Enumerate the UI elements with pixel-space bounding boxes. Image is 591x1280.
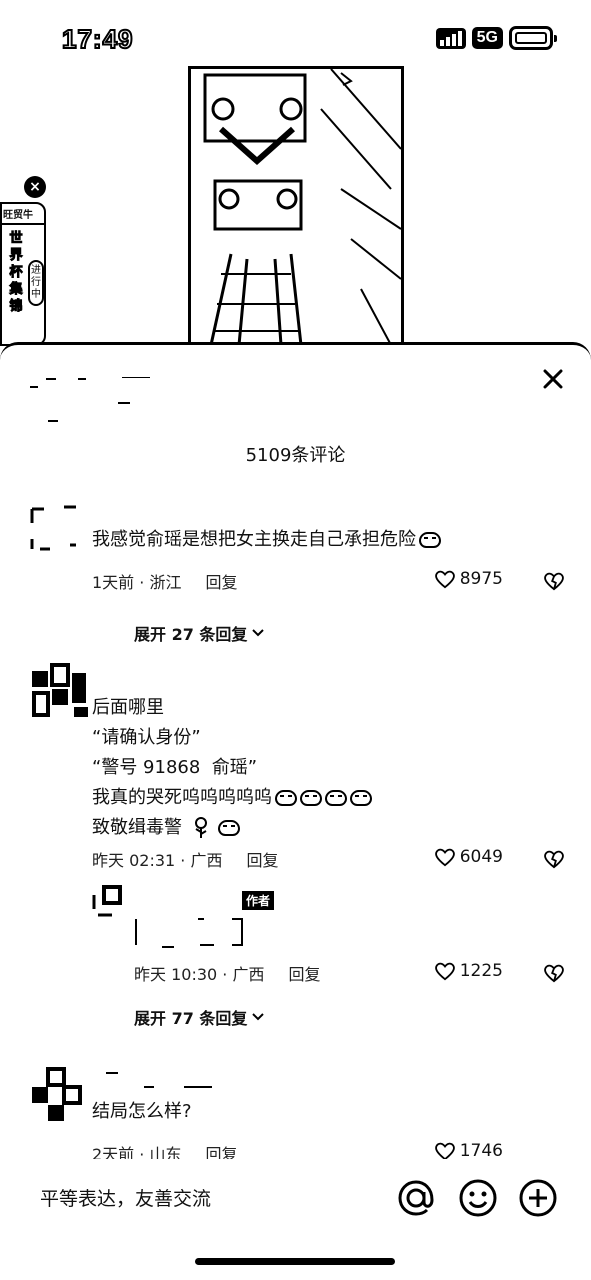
mention-icon[interactable] <box>396 1178 436 1218</box>
chevron-down-icon <box>252 629 265 637</box>
expand-replies-label: 展开 27 条回复 <box>134 625 248 644</box>
reply-button[interactable]: 回复 <box>205 1141 237 1159</box>
comment-line: 结局怎么样? <box>92 1101 192 1122</box>
comment-meta: 1天前 · 浙江 回复 <box>92 569 237 593</box>
blurred-username <box>30 377 150 422</box>
comment-meta: 昨天 02:31 · 广西 回复 <box>92 847 278 871</box>
expand-replies-button[interactable]: 展开 27 条回复 <box>134 621 265 645</box>
close-icon[interactable] <box>541 367 565 391</box>
comment-text: 我感觉俞瑶是想把女主换走自己承担危险 <box>92 525 552 555</box>
blurred-username <box>106 1072 212 1088</box>
heart-icon <box>434 848 455 867</box>
avatar[interactable] <box>30 505 78 553</box>
comment-item: 我感觉俞瑶是想把女主换走自己承担危险 1天前 · 浙江 回复 8975 展开 2… <box>0 501 591 651</box>
reply-avatar[interactable] <box>92 885 126 919</box>
comment-sheet: 5109条评论 我感觉俞瑶是想把女主换走自己承担危险 1天前 · 浙江 回复 8… <box>0 342 591 1280</box>
comment-line-with-emoji: 致敬缉毒警 <box>92 813 552 843</box>
emoji-icon <box>350 790 372 806</box>
emoji-icon <box>300 790 322 806</box>
comment-line-with-emoji: 我真的哭死呜呜呜呜呜 <box>92 783 552 813</box>
reply-item: 作者 昨天 10:30 · 广西 回复 1225 <box>0 885 591 985</box>
comment-text: 结局怎么样? <box>92 1097 552 1127</box>
video-frame-image <box>191 69 401 345</box>
comment-item: 后面哪里 “请确认身份” “警号 91868 俞瑶” 我真的哭死呜呜呜呜呜 致敬… <box>0 663 591 1053</box>
reply-button[interactable]: 回复 <box>205 569 237 593</box>
comment-time-location: 1天前 · 浙江 <box>92 573 182 592</box>
ad-vertical-text: 世界杯集锦 <box>9 231 23 315</box>
reply-button[interactable]: 回复 <box>246 847 278 871</box>
like-count: 1225 <box>459 961 503 981</box>
chevron-down-icon <box>252 1013 265 1021</box>
add-icon[interactable] <box>518 1178 558 1218</box>
status-indicators: 5G <box>435 26 557 50</box>
emoji-picker-icon[interactable] <box>458 1178 498 1218</box>
comment-line: “警号 91868 俞瑶” <box>92 757 258 778</box>
comment-line: 我真的哭死呜呜呜呜呜 <box>92 787 272 808</box>
video-preview[interactable] <box>188 66 404 348</box>
author-badge: 作者 <box>242 891 275 910</box>
network-badge: 5G <box>471 27 503 49</box>
comment-line: 我感觉俞瑶是想把女主换走自己承担危险 <box>92 529 416 550</box>
comment-count-title: 5109条评论 <box>245 445 346 466</box>
reply-button[interactable]: 回复 <box>288 961 320 985</box>
heart-icon <box>434 570 455 589</box>
comment-input[interactable]: 平等表达，友善交流 <box>40 1184 211 1211</box>
heart-icon <box>434 962 455 981</box>
like-button[interactable]: 6049 <box>434 847 503 867</box>
expand-replies-button[interactable]: 展开 77 条回复 <box>134 1005 265 1029</box>
comment-line: 后面哪里 <box>92 697 164 718</box>
emoji-icon <box>275 790 297 806</box>
comment-meta: 2天前 · 山东 回复 <box>92 1141 237 1159</box>
like-count: 8975 <box>459 569 503 589</box>
comment-text: 后面哪里 “请确认身份” “警号 91868 俞瑶” 我真的哭死呜呜呜呜呜 致敬… <box>92 693 552 843</box>
comment-line: 致敬缉毒警 <box>92 817 182 838</box>
comment-time-location: 昨天 02:31 · 广西 <box>92 851 223 870</box>
ad-close-icon[interactable]: × <box>24 176 46 198</box>
floating-ad[interactable]: 旺贸牛 世界杯集锦 进行中 <box>0 202 46 346</box>
ad-brand-text: 旺贸牛 <box>2 204 44 225</box>
comment-input-bar[interactable]: 平等表达，友善交流 <box>0 1160 591 1236</box>
status-time: 17:49 <box>61 23 134 55</box>
comment-list[interactable]: 我感觉俞瑶是想把女主换走自己承担危险 1天前 · 浙江 回复 8975 展开 2… <box>0 487 591 1159</box>
avatar[interactable] <box>30 1067 86 1123</box>
reply-time-location: 昨天 10:30 · 广西 <box>134 965 265 984</box>
broken-heart-icon[interactable] <box>543 849 565 869</box>
comment-line: “请确认身份” <box>92 727 201 748</box>
avatar[interactable] <box>30 663 92 721</box>
like-button[interactable]: 8975 <box>434 569 503 589</box>
like-count: 1746 <box>459 1141 503 1159</box>
like-button[interactable]: 1746 <box>434 1141 503 1159</box>
broken-heart-icon[interactable] <box>543 571 565 591</box>
ad-tag: 进行中 <box>28 260 44 306</box>
rose-icon <box>194 817 207 838</box>
like-button[interactable]: 1225 <box>434 961 503 981</box>
like-count: 6049 <box>459 847 503 867</box>
emoji-icon <box>419 532 441 548</box>
broken-heart-icon[interactable] <box>543 963 565 983</box>
blurred-reply-text <box>135 918 243 948</box>
emoji-icon <box>325 790 347 806</box>
heart-icon <box>434 1142 455 1159</box>
battery-icon <box>509 26 557 50</box>
reply-meta: 昨天 10:30 · 广西 回复 <box>134 961 320 985</box>
expand-replies-label: 展开 77 条回复 <box>134 1009 248 1028</box>
home-indicator[interactable] <box>195 1258 395 1265</box>
emoji-icon <box>218 820 241 836</box>
signal-icon <box>435 27 466 49</box>
comment-time-location: 2天前 · 山东 <box>92 1145 182 1159</box>
comment-item: 结局怎么样? 2天前 · 山东 回复 1746 <box>0 1067 591 1159</box>
